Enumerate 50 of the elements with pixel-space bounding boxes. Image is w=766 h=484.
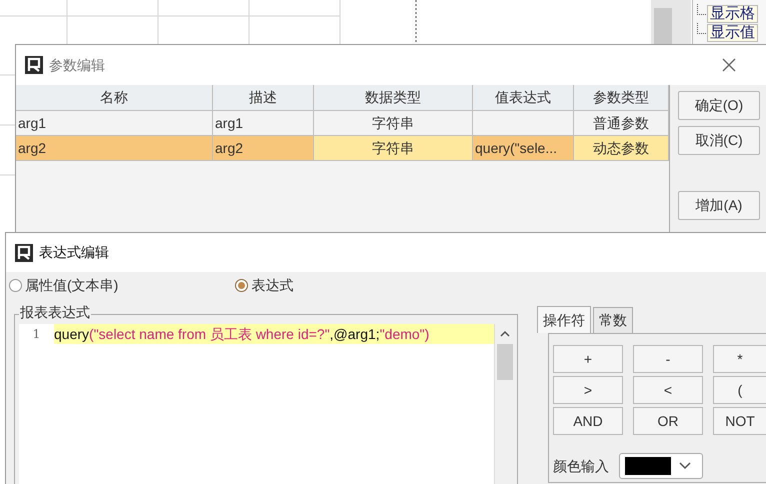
operator-button[interactable]: (: [713, 376, 766, 404]
tree-connector-icon: [697, 23, 706, 34]
tab[interactable]: 操作符: [537, 306, 591, 333]
code-editor[interactable]: 1 query("select name from 员工表 where id=?",@arg1;"demo"): [19, 324, 514, 484]
dialog-button[interactable]: 确定(O): [678, 91, 760, 120]
operator-button[interactable]: -: [633, 345, 703, 373]
table-cell: 字符串: [314, 136, 473, 161]
field-label: 颜色输入: [553, 456, 609, 476]
operator-button[interactable]: >: [553, 376, 623, 404]
column-header: 值表达式: [473, 85, 574, 111]
column-header: 参数类型: [574, 85, 669, 111]
tree-item[interactable]: 显示值: [707, 24, 758, 42]
table-cell: query("sele...: [473, 136, 574, 161]
table-cell: arg2: [16, 136, 213, 161]
radio-option[interactable]: 属性值(文本串): [9, 274, 118, 296]
dialog-button[interactable]: 取消(C): [678, 126, 760, 155]
app-logo-icon: [15, 244, 33, 262]
table-cell: 普通参数: [574, 111, 669, 136]
scroll-thumb[interactable]: [497, 344, 513, 380]
color-dropdown[interactable]: [619, 453, 703, 479]
table-cell: arg2: [213, 136, 314, 161]
radio-button[interactable]: [235, 278, 248, 292]
caret-icon: [679, 462, 691, 470]
operator-button[interactable]: *: [713, 345, 766, 373]
line-number: 1: [32, 326, 42, 343]
radio-option[interactable]: 表达式: [235, 274, 294, 296]
operator-button[interactable]: NOT: [713, 407, 766, 435]
close-icon[interactable]: [721, 57, 737, 73]
tab[interactable]: 常数: [593, 307, 633, 333]
window-title: 参数编辑: [49, 56, 105, 74]
tree-item[interactable]: 显示格: [707, 4, 758, 22]
operator-button[interactable]: +: [553, 345, 623, 373]
window-title: 表达式编辑: [39, 243, 109, 262]
dialog-button[interactable]: 增加(A): [678, 191, 760, 220]
group-label: 报表表达式: [19, 304, 91, 320]
scrollbar[interactable]: [494, 324, 514, 484]
app-logo-icon: [25, 56, 43, 74]
column-header: 数据类型: [314, 85, 473, 111]
scrollbar[interactable]: [651, 0, 691, 44]
table-cell: arg1: [213, 111, 314, 136]
table-cell: 字符串: [314, 111, 473, 136]
column-header: 名称: [16, 85, 213, 111]
radio-button[interactable]: [9, 278, 22, 292]
table-cell: arg1: [16, 111, 213, 136]
column-header: 描述: [213, 85, 314, 111]
operator-button[interactable]: AND: [553, 407, 623, 435]
tree-connector-icon: [697, 4, 706, 15]
table-cell: 动态参数: [574, 136, 669, 161]
operator-button[interactable]: OR: [633, 407, 703, 435]
operator-button[interactable]: <: [633, 376, 703, 404]
